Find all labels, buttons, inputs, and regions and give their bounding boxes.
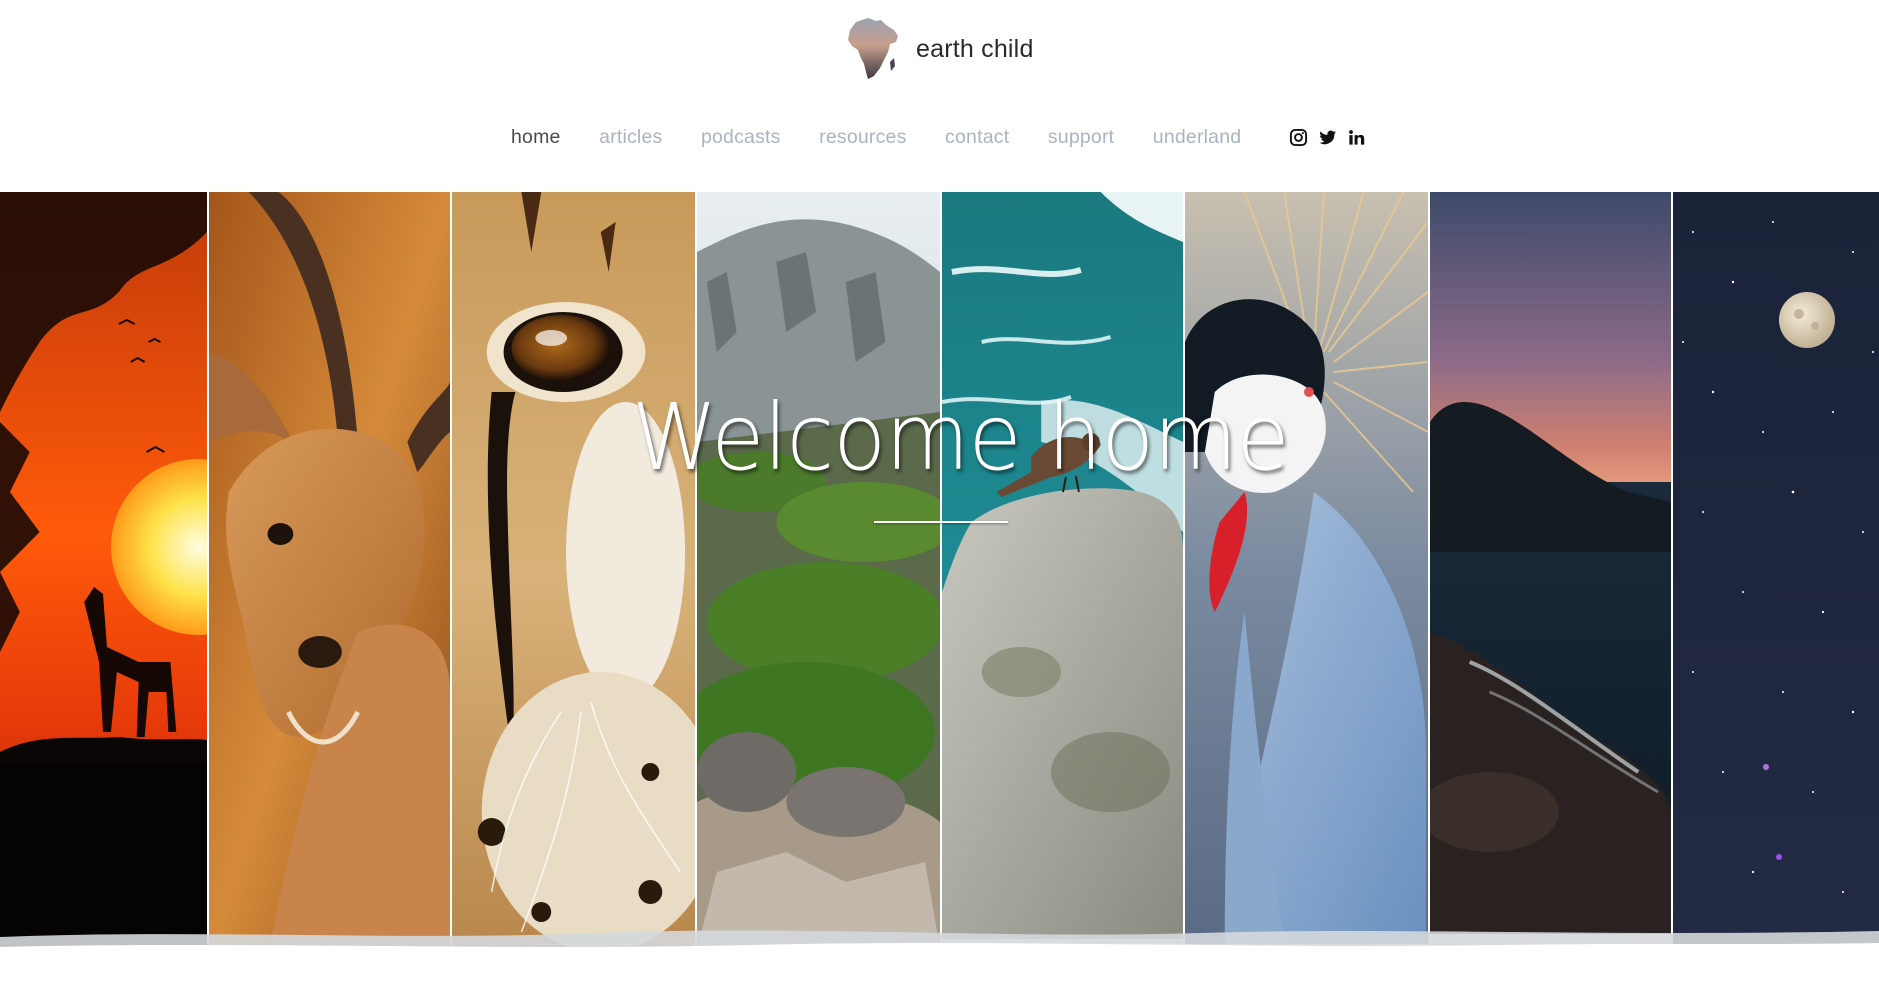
instagram-icon[interactable]	[1289, 128, 1308, 147]
nav-item-podcasts[interactable]: podcasts	[701, 126, 781, 149]
africa-map-icon	[848, 18, 898, 79]
rocky-mountain-image	[697, 192, 942, 949]
impala-image	[209, 192, 452, 954]
nav-item-contact[interactable]: contact	[945, 126, 1009, 149]
hero-section: Welcome home	[0, 192, 1879, 962]
cheetah-eye-image	[452, 192, 697, 957]
sunset-giraffe-image	[0, 192, 209, 952]
nav-item-resources[interactable]: resources	[819, 126, 906, 149]
site-logo[interactable]: earth child	[846, 16, 1034, 82]
social-links	[1289, 128, 1376, 147]
bird-on-rock-image	[942, 192, 1185, 939]
night-sky-moon-image	[1673, 192, 1879, 957]
crowned-crane-image	[1185, 192, 1430, 944]
site-title[interactable]: earth child	[916, 36, 1034, 62]
nav-item-articles[interactable]: articles	[599, 126, 662, 149]
nav-item-home[interactable]: home	[511, 126, 561, 149]
main-nav: home articles podcasts resources contact…	[511, 124, 1376, 150]
hero-bottom-wave	[0, 930, 1879, 962]
twitter-icon[interactable]	[1318, 128, 1337, 147]
coastal-dusk-image	[1430, 192, 1673, 934]
nav-item-underland[interactable]: underland	[1153, 126, 1242, 149]
hero-title: Welcome home	[631, 384, 1290, 491]
linkedin-icon[interactable]	[1347, 128, 1366, 147]
nav-item-support[interactable]: support	[1048, 126, 1114, 149]
hero-divider	[874, 521, 1008, 523]
